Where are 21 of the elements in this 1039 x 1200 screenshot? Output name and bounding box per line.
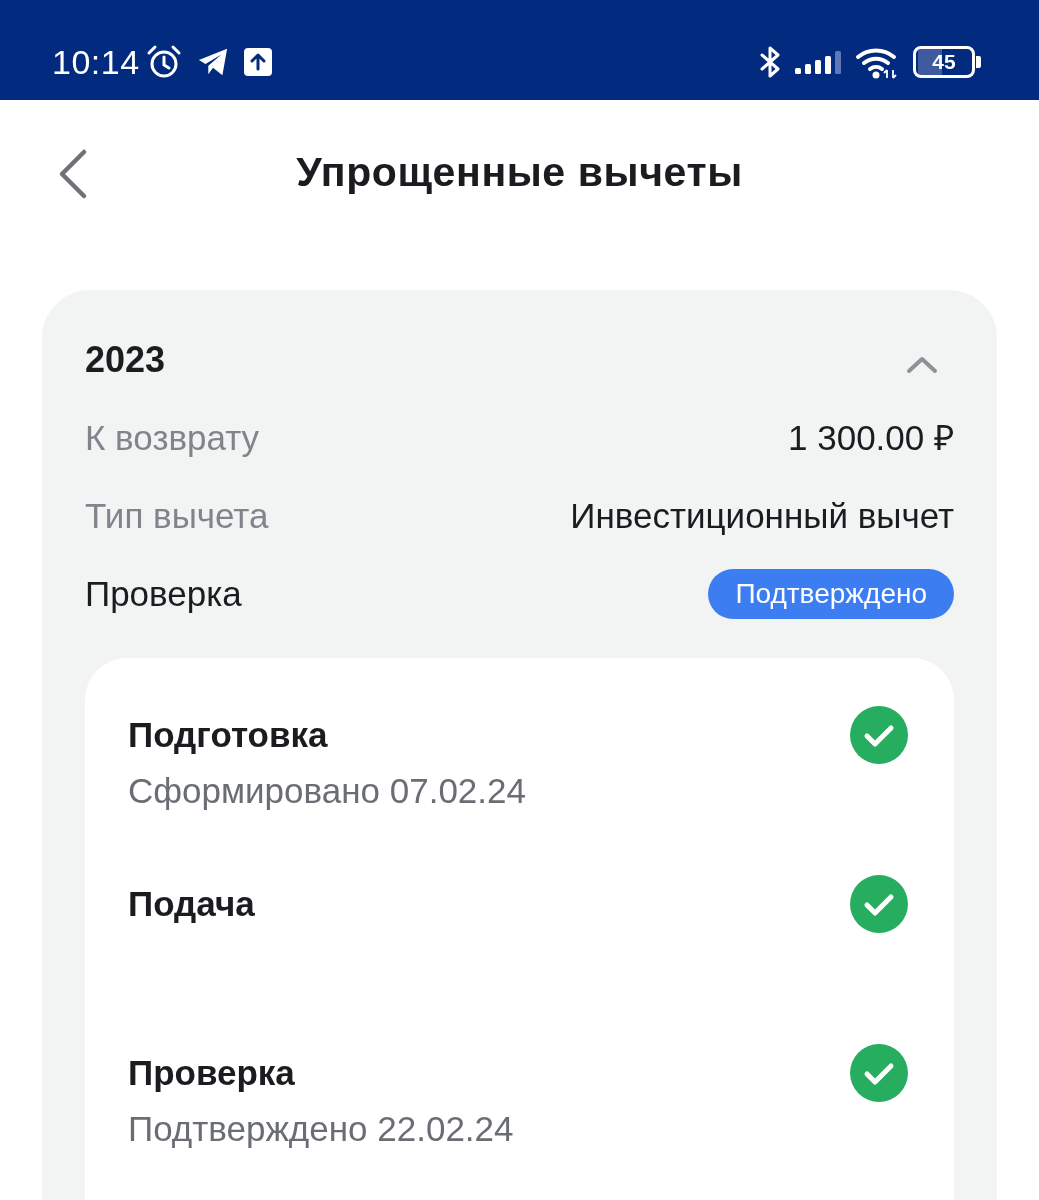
step-title: Подготовка [128, 714, 329, 756]
clock-time: 10:14 [52, 42, 140, 82]
bluetooth-icon [759, 45, 781, 79]
status-badge: Подтверждено [708, 569, 954, 619]
wifi-icon [855, 45, 899, 79]
collapse-chevron-icon[interactable] [906, 355, 938, 375]
field-label: Тип вычета [85, 494, 269, 537]
field-label: К возврату [85, 416, 260, 459]
alarm-clock-icon [145, 44, 182, 80]
step-note: Сформировано 07.02.24 [128, 770, 526, 812]
battery-indicator: 45 [913, 46, 981, 78]
field-label: Проверка [85, 572, 242, 615]
signal-bars-icon [795, 50, 841, 74]
field-value: Инвестиционный вычет [570, 494, 954, 537]
field-value: 1 300.00 ₽ [788, 416, 954, 459]
step-title: Подача [128, 883, 255, 925]
step-note: Подтверждено 22.02.24 [128, 1108, 514, 1150]
upload-icon [243, 48, 272, 76]
step-title: Проверка [128, 1052, 296, 1094]
year-label: 2023 [85, 338, 166, 382]
page-title: Упрощенные вычеты [296, 148, 743, 197]
